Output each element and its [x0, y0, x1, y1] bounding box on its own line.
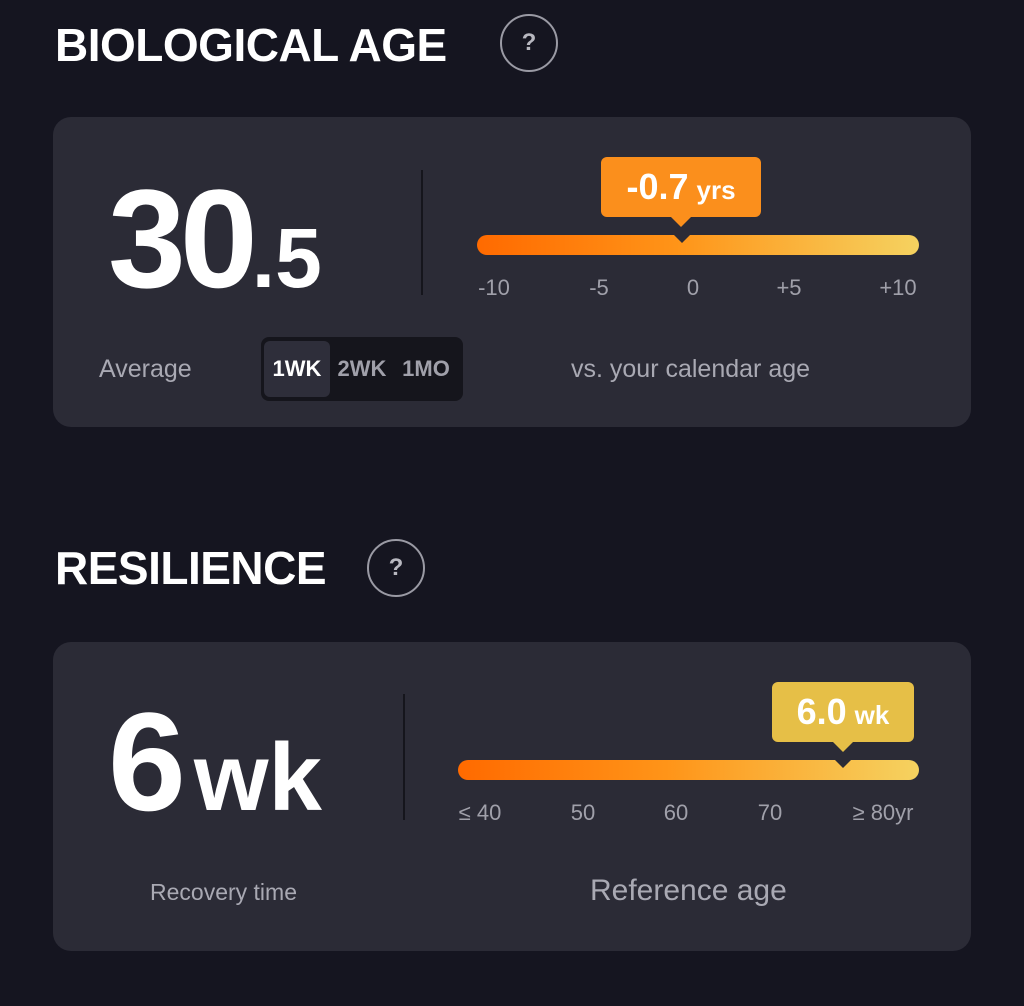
bio-age-divider [421, 170, 423, 295]
bio-age-value: 30.5 [108, 169, 322, 309]
resilience-scale-marker [835, 760, 851, 768]
average-label: Average [99, 355, 192, 383]
help-glyph: ? [388, 554, 404, 581]
bio-age-title: BIOLOGICAL AGE [55, 19, 447, 71]
bio-age-delta-value: -0.7 [626, 166, 689, 207]
resilience-value-unit: wk [193, 724, 322, 831]
bio-age-tick: -5 [589, 275, 609, 300]
bio-age-scale-marker [674, 235, 690, 243]
bio-age-caption: vs. your calendar age [571, 355, 811, 383]
bio-age-help-icon[interactable]: ? [500, 14, 558, 72]
resilience-value-number: 6 [108, 683, 186, 840]
resilience-tick: ≥ 80yr [852, 800, 914, 825]
bio-age-value-dec: .5 [251, 211, 322, 305]
resilience-tick: ≤ 40 [458, 800, 502, 825]
resilience-tick: 50 [570, 800, 596, 825]
resilience-tick: 60 [663, 800, 689, 825]
bio-age-tick: +10 [879, 275, 917, 300]
bio-age-tick: +5 [776, 275, 802, 300]
resilience-divider [403, 694, 405, 820]
period-2wk-button[interactable]: 2WK [330, 341, 394, 397]
bio-age-tick: 0 [686, 275, 700, 300]
help-glyph: ? [521, 29, 537, 56]
resilience-value: 6 wk [108, 692, 322, 832]
resilience-tick: 70 [757, 800, 783, 825]
recovery-time-label: Recovery time [150, 879, 297, 905]
resilience-title: RESILIENCE [55, 542, 327, 594]
resilience-callout: 6.0 wk [772, 682, 914, 752]
resilience-card: 6 wk 6.0 wk ≤ 40 50 60 70 ≥ 80yr Recovery… [53, 642, 971, 951]
period-1wk-button[interactable]: 1WK [264, 341, 330, 397]
period-1mo-button[interactable]: 1MO [394, 341, 458, 397]
resilience-callout-unit: wk [854, 700, 890, 730]
bio-age-card: 30.5 -0.7 yrs -10 -5 0 +5 +10 Average 1W… [53, 117, 971, 427]
period-selector: 1WK 2WK 1MO [261, 337, 463, 401]
bio-age-scale-track [477, 235, 919, 255]
bio-age-tick: -10 [478, 275, 510, 300]
reference-age-label: Reference age [590, 874, 787, 907]
resilience-help-icon[interactable]: ? [367, 539, 425, 597]
callout-pointer [832, 741, 854, 752]
bio-age-delta-callout: -0.7 yrs [601, 157, 761, 227]
bio-age-delta-unit: yrs [696, 175, 736, 205]
bio-age-value-int: 30 [108, 160, 258, 317]
callout-pointer [670, 216, 692, 227]
resilience-callout-value: 6.0 [796, 691, 847, 732]
